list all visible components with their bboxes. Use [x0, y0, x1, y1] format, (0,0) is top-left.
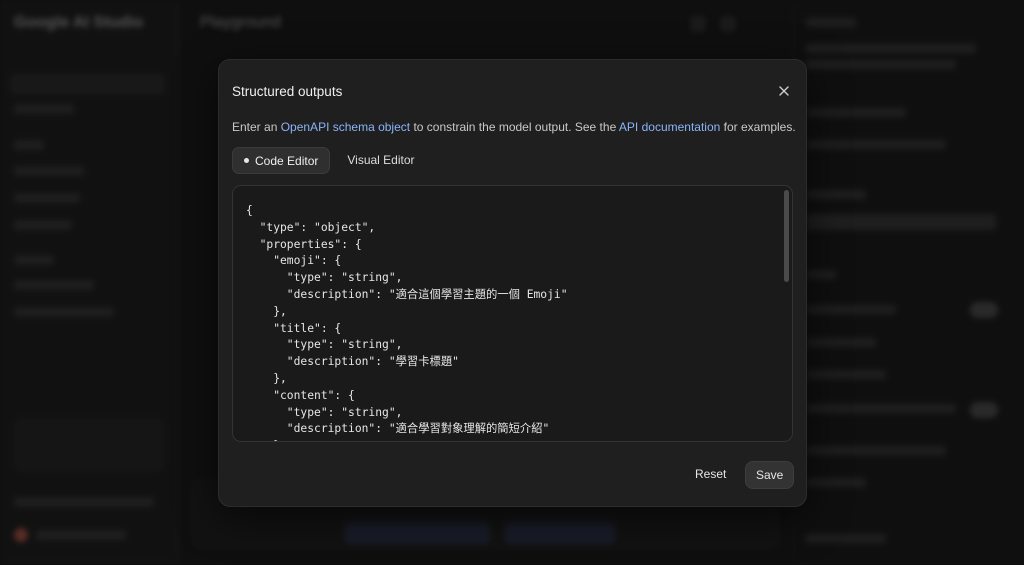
- save-button[interactable]: Save: [745, 461, 795, 489]
- schema-code-editor[interactable]: { "type": "object", "properties": { "emo…: [232, 185, 793, 442]
- editor-tabs: Code Editor Visual Editor: [232, 147, 426, 174]
- dialog-title: Structured outputs: [232, 84, 343, 99]
- api-documentation-link[interactable]: API documentation: [619, 120, 720, 134]
- description-text: for examples.: [720, 120, 796, 134]
- dialog-description: Enter an OpenAPI schema object to constr…: [232, 120, 796, 134]
- tab-code-editor[interactable]: Code Editor: [232, 147, 331, 174]
- close-icon: [779, 86, 789, 96]
- openapi-schema-link[interactable]: OpenAPI schema object: [281, 120, 410, 134]
- reset-button[interactable]: Reset: [685, 461, 736, 487]
- tab-label: Code Editor: [255, 153, 319, 168]
- active-dot-icon: [244, 158, 249, 163]
- structured-outputs-dialog: Structured outputs Enter an OpenAPI sche…: [218, 59, 807, 507]
- description-text: Enter an: [232, 120, 281, 134]
- tab-visual-editor[interactable]: Visual Editor: [336, 147, 425, 172]
- schema-code[interactable]: { "type": "object", "properties": { "emo…: [246, 203, 568, 441]
- close-button[interactable]: [775, 82, 793, 100]
- editor-scrollbar[interactable]: [784, 190, 789, 282]
- description-text: to constrain the model output. See the: [410, 120, 619, 134]
- tab-label: Visual Editor: [347, 152, 415, 167]
